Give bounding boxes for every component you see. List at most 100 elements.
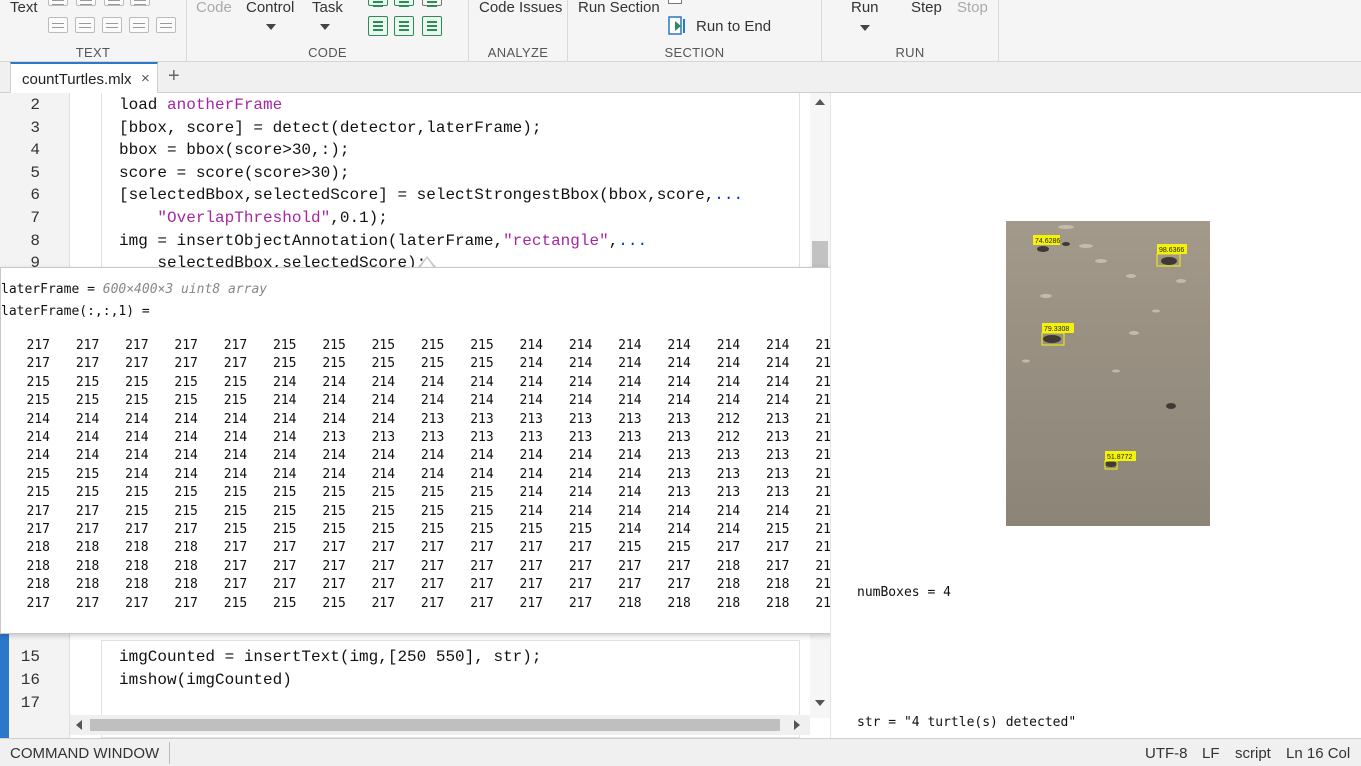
control-button[interactable]: Control bbox=[246, 0, 294, 16]
code-line[interactable]: load anotherFrame bbox=[119, 96, 282, 114]
matrix-cell: 215 bbox=[371, 522, 396, 537]
matrix-cell: 218 bbox=[766, 577, 790, 593]
text-style-button[interactable]: Text bbox=[10, 0, 38, 16]
matrix-cell: 214 bbox=[420, 374, 445, 390]
monospace-icon[interactable] bbox=[130, 0, 150, 6]
task-button[interactable]: Task bbox=[312, 0, 343, 16]
matrix-cell: 217 bbox=[322, 577, 346, 593]
wrap-icon[interactable] bbox=[422, 0, 442, 6]
stop-button[interactable]: Stop bbox=[957, 0, 988, 16]
code-line[interactable]: [bbox, score] = detect(detector,laterFra… bbox=[119, 119, 541, 137]
code-line[interactable]: img = insertObjectAnnotation(laterFrame,… bbox=[119, 232, 647, 250]
matrix-cell: 217 bbox=[26, 356, 50, 372]
matrix-row: 214 214 214 214 214 214 213 213 213 213 213 213 213 2… bbox=[1, 430, 839, 448]
matrix-cell: 212 bbox=[716, 430, 741, 445]
matrix-cell: 214 bbox=[519, 393, 543, 409]
matrix-cell: 217 bbox=[75, 338, 100, 353]
matrix-cell: 218 bbox=[716, 577, 741, 593]
matrix-cell: 217 bbox=[470, 540, 494, 556]
scroll-up-icon[interactable] bbox=[815, 99, 825, 105]
line-number: 4 bbox=[30, 141, 40, 160]
indent-icon[interactable] bbox=[368, 16, 388, 36]
align-center-icon[interactable] bbox=[129, 17, 149, 33]
decrease-indent-icon[interactable] bbox=[422, 16, 442, 36]
matrix-cell: 218 bbox=[766, 595, 790, 608]
matrix-cell: 217 bbox=[766, 558, 790, 574]
matrix-cell: 215 bbox=[75, 466, 100, 482]
step-button[interactable]: Step bbox=[911, 0, 942, 16]
matrix-cell: 215 bbox=[125, 503, 149, 519]
scroll-down-icon[interactable] bbox=[815, 700, 825, 706]
matrix-cell: 217 bbox=[568, 577, 593, 593]
code-button[interactable]: Code bbox=[196, 0, 232, 16]
matrix-cell: 215 bbox=[75, 374, 100, 390]
matrix-cell: 218 bbox=[174, 540, 198, 556]
matrix-cell: 218 bbox=[26, 577, 50, 593]
matrix-cell: 213 bbox=[716, 448, 741, 464]
new-tab-icon[interactable]: + bbox=[168, 65, 180, 88]
code-line[interactable]: bbox = bbox(score>30,:); bbox=[119, 141, 349, 159]
run-and-advance-button[interactable] bbox=[690, 0, 810, 2]
matrix-cell: 215 bbox=[26, 393, 50, 409]
section-section-label: SECTION bbox=[664, 45, 725, 60]
matrix-row: 217 217 217 217 215 215 215 217 217 217 217 217 218 2… bbox=[1, 596, 839, 608]
run-section-button[interactable]: Run Section bbox=[578, 0, 660, 16]
align-left-icon[interactable] bbox=[102, 17, 122, 33]
line-ending-status[interactable]: LF bbox=[1202, 745, 1220, 762]
task-dropdown-icon[interactable] bbox=[320, 24, 330, 30]
close-tab-icon[interactable]: × bbox=[141, 70, 150, 87]
encoding-status[interactable]: UTF-8 bbox=[1145, 745, 1188, 762]
underline-icon[interactable] bbox=[104, 0, 124, 6]
matrix-cell: 214 bbox=[75, 411, 100, 427]
scroll-thumb[interactable] bbox=[90, 719, 780, 731]
matrix-cell: 215 bbox=[75, 485, 100, 501]
code-line[interactable]: imshow(imgCounted) bbox=[119, 671, 292, 689]
editor-horizontal-scrollbar[interactable] bbox=[70, 715, 810, 735]
matrix-cell: 213 bbox=[667, 485, 691, 501]
variable-datatip[interactable]: laterFrame = 600×400×3 uint8 array later… bbox=[0, 267, 859, 634]
matrix-cell: 215 bbox=[470, 522, 494, 537]
detection-figure[interactable]: 74.6286 98.6366 79.3308 51.8772 bbox=[1006, 221, 1210, 526]
continuation-token: ... bbox=[618, 231, 648, 250]
command-window-button[interactable]: COMMAND WINDOW bbox=[10, 745, 159, 762]
matrix-cell: 214 bbox=[371, 393, 396, 409]
matrix-cell: 214 bbox=[568, 393, 593, 409]
scroll-right-icon[interactable] bbox=[794, 720, 800, 730]
italic-icon[interactable] bbox=[76, 0, 96, 6]
continuation-token: ... bbox=[714, 186, 744, 205]
file-type-status[interactable]: script bbox=[1235, 745, 1271, 762]
run-to-end-icon[interactable] bbox=[668, 16, 688, 36]
refactor-icon[interactable] bbox=[368, 0, 388, 6]
run-and-advance-icon[interactable] bbox=[668, 0, 682, 4]
run-button[interactable]: Run bbox=[851, 0, 879, 16]
bulleted-list-icon[interactable] bbox=[75, 17, 95, 33]
matrix-cell: 214 bbox=[223, 466, 248, 482]
matrix-cell: 214 bbox=[223, 430, 248, 445]
numbered-list-icon[interactable] bbox=[48, 17, 68, 33]
scroll-left-icon[interactable] bbox=[76, 720, 82, 730]
bold-icon[interactable] bbox=[48, 0, 68, 6]
comment-icon[interactable] bbox=[394, 0, 414, 6]
matrix-cell: 217 bbox=[470, 558, 494, 574]
matrix-cell: 213 bbox=[568, 430, 593, 445]
matrix-cell: 214 bbox=[125, 430, 149, 445]
code-issues-button[interactable]: Code Issues bbox=[479, 0, 562, 16]
tab-countturtles[interactable]: countTurtles.mlx × bbox=[10, 62, 158, 93]
detection-score: 98.6366 bbox=[1159, 247, 1184, 254]
increase-indent-icon[interactable] bbox=[394, 16, 414, 36]
matrix-cell: 217 bbox=[26, 338, 50, 353]
control-dropdown-icon[interactable] bbox=[266, 24, 276, 30]
code-line[interactable]: imgCounted = insertText(img,[250 550], s… bbox=[119, 648, 541, 666]
matrix-cell: 214 bbox=[766, 356, 790, 372]
run-to-end-button[interactable]: Run to End bbox=[696, 18, 771, 35]
code-line[interactable]: score = score(score>30); bbox=[119, 164, 349, 182]
code-line[interactable]: "OverlapThreshold",0.1); bbox=[119, 209, 387, 227]
matrix-cell: 215 bbox=[667, 540, 691, 556]
matrix-cell: 215 bbox=[223, 522, 248, 537]
align-right-icon[interactable] bbox=[156, 17, 176, 33]
text-section: Text TEXT bbox=[0, 0, 187, 62]
run-dropdown-icon[interactable] bbox=[860, 25, 870, 31]
code-line[interactable]: [selectedBbox,selectedScore] = selectStr… bbox=[119, 186, 743, 204]
matrix-cell: 217 bbox=[174, 356, 198, 372]
